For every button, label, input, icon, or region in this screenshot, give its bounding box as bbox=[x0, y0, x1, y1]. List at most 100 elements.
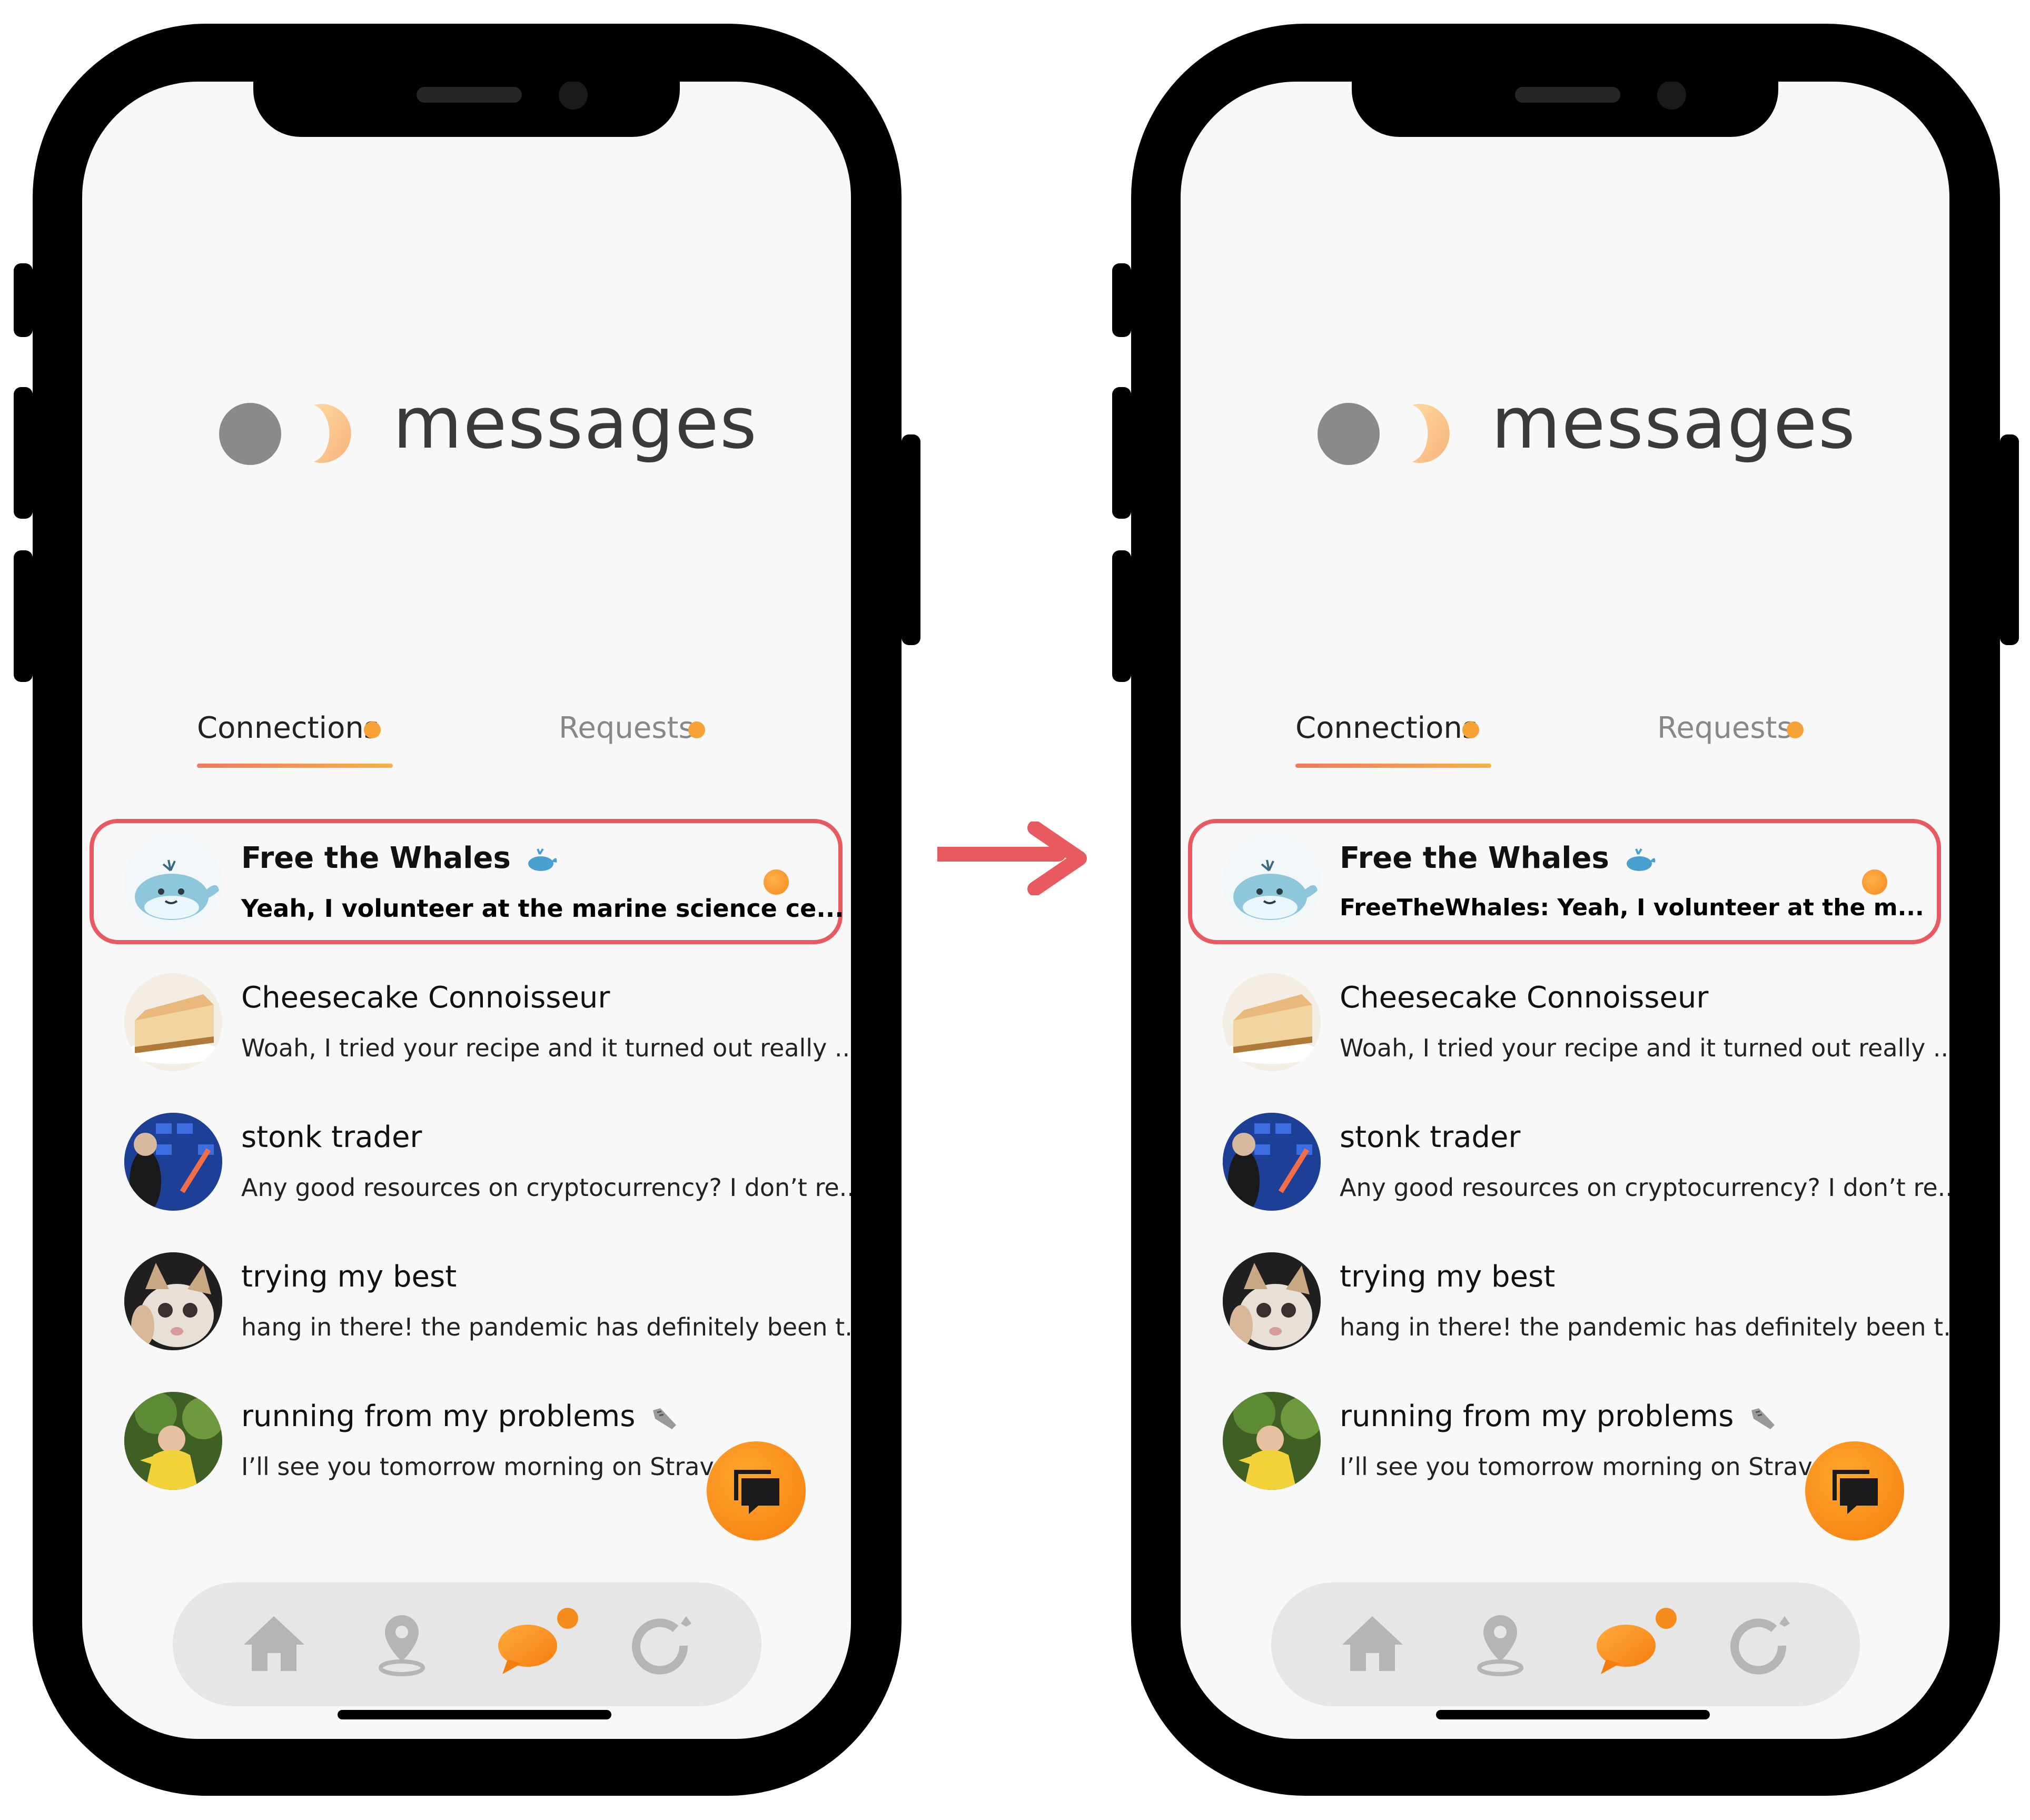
crying-cat-icon bbox=[124, 1252, 222, 1350]
stock-chart-icon bbox=[1223, 1113, 1321, 1211]
sneaker-emoji-icon bbox=[653, 1408, 677, 1429]
sneaker-emoji-icon bbox=[1751, 1408, 1775, 1429]
tab-requests[interactable]: Requests bbox=[559, 711, 694, 745]
conversation-name: stonk trader bbox=[241, 1120, 422, 1154]
new-message-button[interactable] bbox=[707, 1441, 806, 1540]
nav-messages[interactable] bbox=[1593, 1609, 1665, 1680]
conversation-name: trying my best bbox=[241, 1260, 457, 1294]
speaker bbox=[417, 87, 522, 103]
conversation-preview: hang in there! the pandemic has definite… bbox=[241, 1313, 851, 1341]
running-kid-icon bbox=[124, 1392, 222, 1490]
power-button bbox=[902, 434, 920, 645]
front-camera bbox=[1657, 82, 1686, 110]
nav-map[interactable] bbox=[367, 1609, 438, 1680]
nav-messages[interactable] bbox=[495, 1609, 566, 1680]
bottom-nav-bar bbox=[173, 1582, 761, 1706]
home-indicator bbox=[1436, 1710, 1710, 1719]
tab-requests[interactable]: Requests bbox=[1657, 711, 1793, 745]
page-title: messages bbox=[393, 382, 758, 464]
screen: messages Connections Requests Free the W… bbox=[82, 82, 851, 1739]
map-pin-icon bbox=[1477, 1615, 1523, 1676]
avatar bbox=[1223, 1113, 1321, 1211]
conversation-name: running from my problems bbox=[241, 1399, 679, 1433]
chat-bubble-icon bbox=[1597, 1625, 1656, 1674]
bottom-nav-bar bbox=[1271, 1582, 1860, 1706]
tab-label: Connections bbox=[197, 711, 380, 745]
nav-home[interactable] bbox=[239, 1609, 310, 1680]
phone-after: messages Connections Requests Free the W… bbox=[1112, 24, 2019, 1796]
avatar bbox=[1223, 973, 1321, 1071]
volume-up-button bbox=[14, 387, 33, 519]
whale-icon bbox=[1233, 859, 1318, 920]
conversation-name-text: Free the Whales bbox=[1340, 841, 1609, 875]
stock-chart-icon bbox=[124, 1113, 222, 1211]
conversation-row-free-the-whales[interactable]: Free the Whales Yeah, I volunteer at the… bbox=[82, 819, 851, 940]
conversation-name: trying my best bbox=[1340, 1260, 1556, 1294]
unread-indicator bbox=[764, 869, 789, 895]
whale-emoji-icon bbox=[1627, 848, 1656, 871]
avatar bbox=[1223, 1392, 1321, 1490]
home-icon bbox=[1342, 1616, 1403, 1671]
nav-home[interactable] bbox=[1337, 1609, 1408, 1680]
volume-down-button bbox=[14, 550, 33, 682]
conversation-preview: Any good resources on cryptocurrency? I … bbox=[241, 1173, 851, 1202]
nav-profile[interactable] bbox=[1724, 1609, 1795, 1680]
volume-up-button bbox=[1112, 387, 1131, 519]
whale-icon bbox=[135, 859, 219, 920]
avatar bbox=[124, 834, 222, 932]
nav-profile[interactable] bbox=[626, 1609, 697, 1680]
tab-connections[interactable]: Connections bbox=[197, 711, 379, 745]
volume-down-button bbox=[1112, 550, 1131, 682]
unread-indicator bbox=[1862, 869, 1887, 895]
conversation-row-trying-my-best[interactable]: trying my best hang in there! the pandem… bbox=[1181, 1238, 1949, 1359]
requests-notification-dot bbox=[1787, 721, 1804, 738]
conversation-row-cheesecake[interactable]: Cheesecake Connoisseur Woah, I tried you… bbox=[82, 958, 851, 1080]
conversation-row-cheesecake[interactable]: Cheesecake Connoisseur Woah, I tried you… bbox=[1181, 958, 1949, 1080]
conversation-name: Free the Whales bbox=[1340, 841, 1656, 875]
conversation-preview: I’ll see you tomorrow morning on Strava … bbox=[241, 1452, 767, 1481]
app-logo-moon-icon bbox=[1412, 404, 1450, 463]
power-button bbox=[2000, 434, 2019, 645]
avatar bbox=[1223, 1252, 1321, 1350]
front-camera bbox=[559, 82, 588, 110]
conversation-preview: hang in there! the pandemic has definite… bbox=[1340, 1313, 1949, 1341]
conversation-name: Free the Whales bbox=[241, 841, 558, 875]
messages-badge bbox=[557, 1608, 578, 1629]
conversation-preview: Yeah, I volunteer at the marine science … bbox=[241, 894, 844, 923]
notch bbox=[253, 82, 680, 137]
new-message-button[interactable] bbox=[1805, 1441, 1904, 1540]
avatar bbox=[1223, 834, 1321, 932]
mute-switch bbox=[1112, 263, 1131, 337]
circle-flower-icon bbox=[1730, 1616, 1790, 1675]
conversation-row-trying-my-best[interactable]: trying my best hang in there! the pandem… bbox=[82, 1238, 851, 1359]
conversation-row-free-the-whales[interactable]: Free the Whales FreeTheWhales: Yeah, I v… bbox=[1181, 819, 1949, 940]
cheesecake-icon bbox=[124, 973, 222, 1071]
avatar bbox=[124, 1113, 222, 1211]
connections-notification-dot bbox=[1462, 721, 1479, 738]
conversation-name-text: running from my problems bbox=[1340, 1399, 1734, 1433]
page-title: messages bbox=[1491, 382, 1857, 464]
new-chat-icon bbox=[1833, 1470, 1878, 1514]
phone-before: messages Connections Requests Free the W… bbox=[14, 24, 920, 1796]
conversation-name: Cheesecake Connoisseur bbox=[241, 981, 610, 1015]
tab-connections[interactable]: Connections bbox=[1295, 711, 1478, 745]
nav-map[interactable] bbox=[1465, 1609, 1536, 1680]
chat-bubble-icon bbox=[498, 1625, 557, 1674]
conversation-name-text: Free the Whales bbox=[241, 841, 511, 875]
mute-switch bbox=[14, 263, 33, 337]
conversation-preview: Woah, I tried your recipe and it turned … bbox=[241, 1034, 851, 1062]
tab-label: Requests bbox=[1657, 711, 1793, 745]
messages-badge bbox=[1656, 1608, 1677, 1629]
running-kid-icon bbox=[1223, 1392, 1321, 1490]
conversation-name-text: running from my problems bbox=[241, 1399, 636, 1433]
conversation-name: running from my problems bbox=[1340, 1399, 1778, 1433]
home-indicator bbox=[338, 1710, 611, 1719]
notch bbox=[1352, 82, 1778, 137]
active-tab-underline bbox=[1295, 764, 1491, 768]
avatar bbox=[124, 1392, 222, 1490]
cheesecake-icon bbox=[1223, 973, 1321, 1071]
conversation-row-stonk-trader[interactable]: stonk trader Any good resources on crypt… bbox=[1181, 1098, 1949, 1219]
tab-label: Requests bbox=[559, 711, 694, 745]
conversation-preview: FreeTheWhales: Yeah, I volunteer at the … bbox=[1340, 894, 1924, 921]
conversation-row-stonk-trader[interactable]: stonk trader Any good resources on crypt… bbox=[82, 1098, 851, 1219]
